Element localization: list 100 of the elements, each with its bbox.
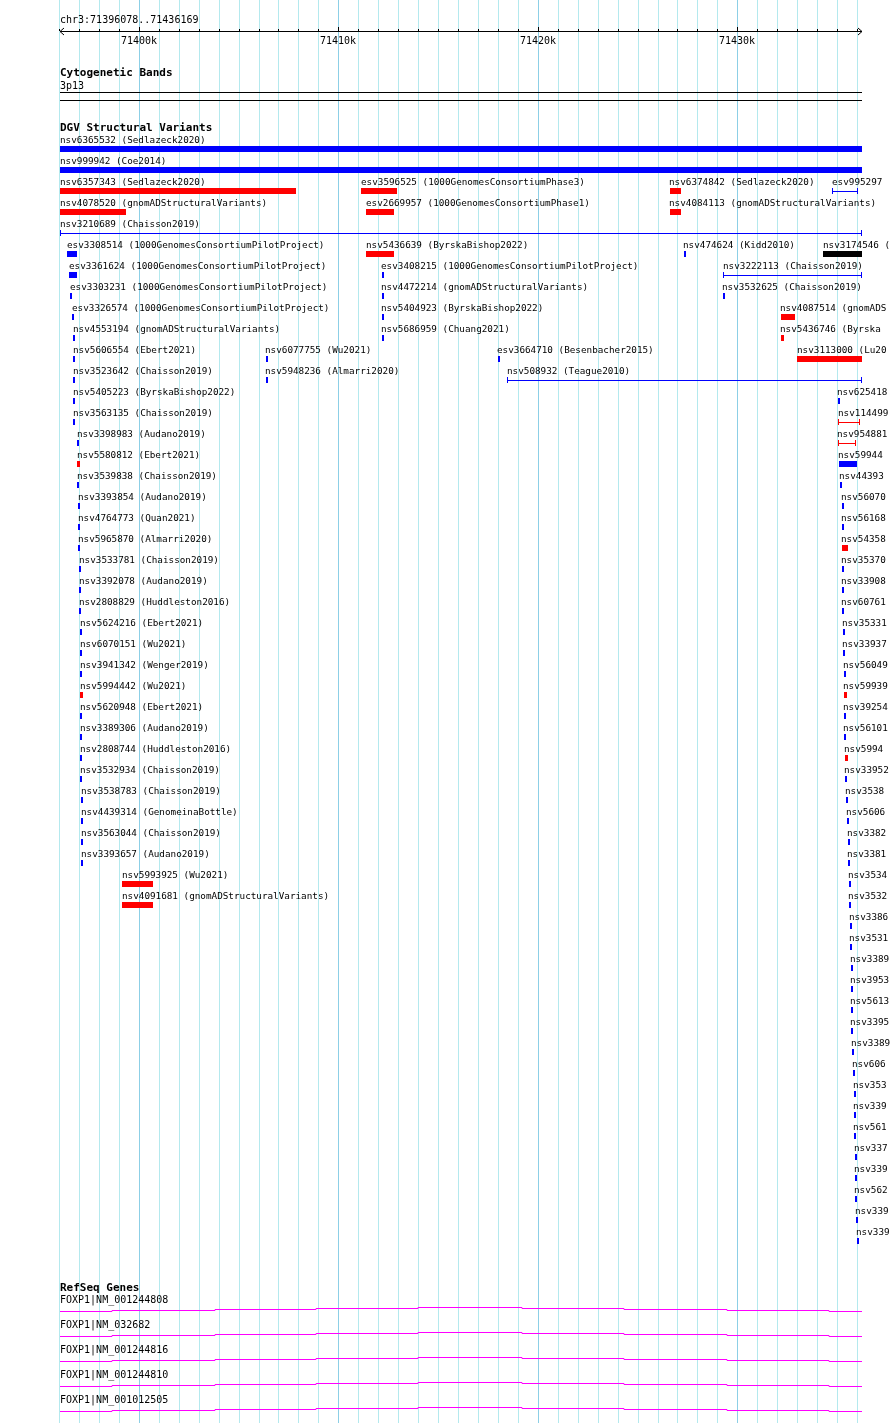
variant-label: esv995297 [832,176,883,187]
variant-label: nsv59944 [838,449,883,460]
variant-label: nsv56049 [843,659,888,670]
variant-label: nsv33937 [842,638,887,649]
variant-label: nsv3538783 (Chaisson2019) [81,785,221,796]
variant-label: nsv999942 (Coe2014) [60,155,167,166]
variant-label: nsv3534 [848,869,888,880]
variant-label: nsv5436746 (Byrska [780,323,881,334]
variant-label: nsv3532934 (Chaisson2019) [80,764,220,775]
variant-label: nsv353 [853,1079,887,1090]
variant-label: nsv4084113 (gnomADStructuralVariants) [669,197,877,208]
variant-label: nsv954881 [837,428,888,439]
variant-label: nsv3563135 (Chaisson2019) [73,407,213,418]
variant-label: nsv3563044 (Chaisson2019) [81,827,221,838]
tick-label: 71430k [718,35,756,46]
variant-label: nsv5405223 (ByrskaBishop2022) [73,386,236,397]
variant-label: nsv4439314 (GenomeinaBottle) [81,806,238,817]
variant-label: nsv3539838 (Chaisson2019) [77,470,217,481]
variant-label: esv3303231 (1000GenomesConsortiumPilotProject) [70,281,328,292]
variant-label: nsv4553194 (gnomADStructuralVariants) [73,323,281,334]
location-label: chr3:71396078..71436169 [60,14,200,25]
variant-label: nsv5606554 (Ebert2021) [73,344,197,355]
variant-label: nsv6357343 (Sedlazeck2020) [60,176,206,187]
variant-label: nsv3392078 (Audano2019) [79,575,208,586]
variant-label: nsv3389 [850,953,890,964]
variant-label: nsv561 [853,1121,887,1132]
variant-label: nsv114499 [838,407,889,418]
tick-label: 71410k [319,35,357,46]
variant-label: nsv3113000 (Lu20 [797,344,887,355]
variant-label: nsv3389306 (Audano2019) [80,722,209,733]
band-label: 3p13 [60,80,86,91]
gene-label: FOXP1|NM_032682 [60,1319,152,1330]
variant-label: nsv3953 [850,974,890,985]
variant-label: nsv6365532 (Sedlazeck2020) [60,134,206,145]
variant-label: nsv339 [856,1226,890,1237]
variant-label: nsv5624216 (Ebert2021) [80,617,204,628]
variant-label: nsv6077755 (Wu2021) [265,344,372,355]
variant-label: nsv4078520 (gnomADStructuralVariants) [60,197,268,208]
gene-label: FOXP1|NM_001244810 [60,1369,170,1380]
tick-label: 71400k [120,35,158,46]
variant-label: nsv5965870 (Almarri2020) [78,533,213,544]
variant-label: nsv3210689 (Chaisson2019) [60,218,200,229]
variant-label: nsv625418 [837,386,888,397]
variant-label: nsv562 [854,1184,888,1195]
gene-label: FOXP1|NM_001244808 [60,1294,170,1305]
variant-label: nsv5606 [846,806,886,817]
variant-label: nsv3393854 (Audano2019) [78,491,207,502]
variant-label: nsv3532 [848,890,888,901]
variant-label: nsv3389 [851,1037,890,1048]
variant-label: nsv508932 (Teague2010) [507,365,631,376]
variant-label: esv3361624 (1000GenomesConsortiumPilotProject) [69,260,327,271]
variant-label: nsv5620948 (Ebert2021) [80,701,204,712]
variant-label: esv3308514 (1000GenomesConsortiumPilotProject) [67,239,325,250]
tick-label: 71420k [519,35,557,46]
variant-label: nsv3532625 (Chaisson2019) [722,281,862,292]
variant-label: nsv4472214 (gnomADStructuralVariants) [381,281,589,292]
variant-label: nsv2808829 (Huddleston2016) [79,596,231,607]
variant-label: nsv33908 [841,575,886,586]
track-title: Cytogenetic Bands [60,67,174,79]
variant-label: nsv5686959 (Chuang2021) [381,323,510,334]
gene-label: FOXP1|NM_001244816 [60,1344,170,1355]
gene-label: FOXP1|NM_001012505 [60,1394,170,1405]
variant-label: nsv4087514 (gnomADS [780,302,887,313]
variant-label: nsv56101 [843,722,888,733]
variant-label: nsv35331 [842,617,887,628]
variant-label: nsv3381 [847,848,887,859]
variant-label: nsv3941342 (Wenger2019) [80,659,209,670]
variant-label: nsv3393657 (Audano2019) [81,848,210,859]
variant-label: nsv3523642 (Chaisson2019) [73,365,213,376]
variant-label: nsv3382 [847,827,887,838]
variant-label: nsv5404923 (ByrskaBishop2022) [381,302,544,313]
variant-label: nsv3386 [849,911,889,922]
variant-label: esv3326574 (1000GenomesConsortiumPilotProject) [72,302,330,313]
variant-label: nsv56070 [841,491,886,502]
variant-label: nsv3531 [849,932,889,943]
variant-label: nsv3538 [845,785,885,796]
variant-label: nsv5613 [850,995,890,1006]
track-title: DGV Structural Variants [60,122,214,134]
variant-label: nsv33952 [844,764,889,775]
variant-label: nsv3398983 (Audano2019) [77,428,206,439]
variant-label: nsv337 [854,1142,888,1153]
variant-label: nsv474624 (Kidd2010) [683,239,795,250]
variant-label: nsv54358 [841,533,886,544]
variant-label: nsv59939 [843,680,888,691]
variant-label: nsv339 [855,1205,889,1216]
variant-label: nsv3174546 ( [823,239,890,250]
variant-label: nsv44393 [839,470,884,481]
variant-label: nsv5993925 (Wu2021) [122,869,229,880]
variant-label: esv2669957 (1000GenomesConsortiumPhase1) [366,197,590,208]
variant-label: nsv5994442 (Wu2021) [80,680,187,691]
variant-label: nsv6070151 (Wu2021) [80,638,187,649]
variant-label: nsv5948236 (Almarri2020) [265,365,400,376]
variant-label: esv3408215 (1000GenomesConsortiumPilotProject) [381,260,639,271]
variant-label: nsv35370 [841,554,886,565]
variant-label: esv3664710 (Besenbacher2015) [497,344,654,355]
variant-label: nsv39254 [843,701,888,712]
variant-label: nsv5580812 (Ebert2021) [77,449,201,460]
variant-label: nsv339 [854,1163,888,1174]
variant-label: nsv3222113 (Chaisson2019) [723,260,863,271]
variant-label: nsv4764773 (Quan2021) [78,512,196,523]
